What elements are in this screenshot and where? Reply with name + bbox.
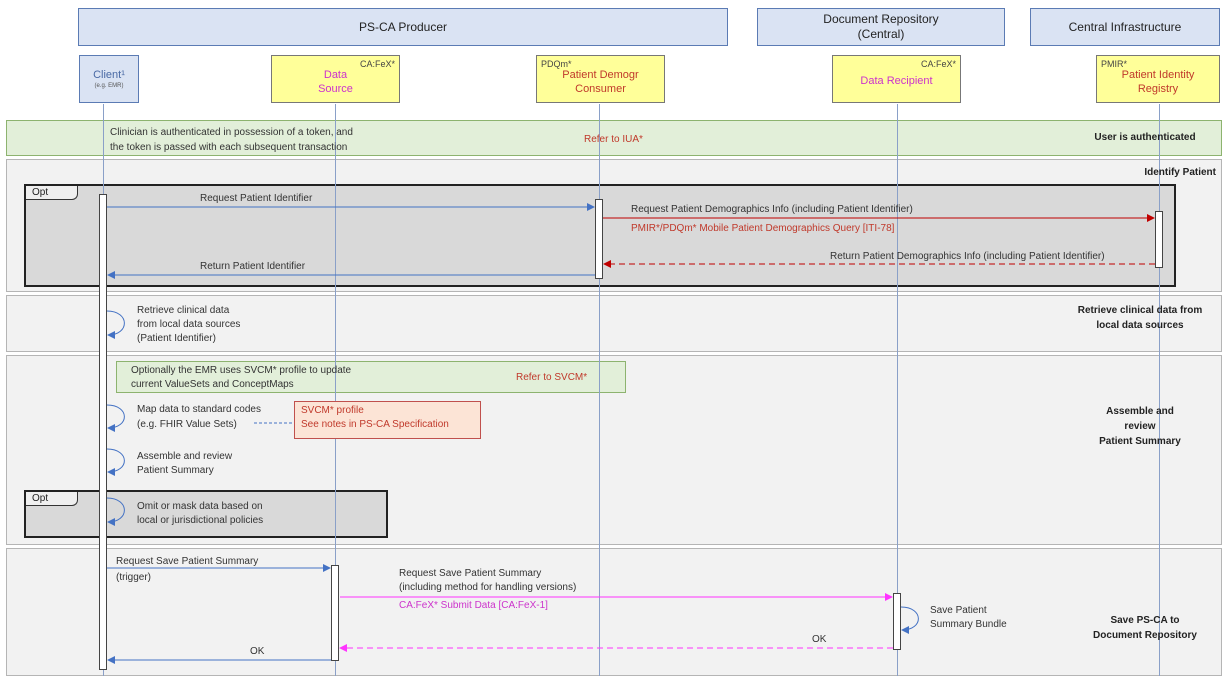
- arrow-self-save-bundle: [900, 606, 919, 634]
- svcm-text-line2: current ValueSets and ConceptMaps: [131, 379, 294, 390]
- msg-request-save-trigger-line1: Request Save Patient Summary: [116, 556, 259, 567]
- section-label-assemble-line1: Assemble and: [1106, 406, 1174, 417]
- section-label-save-line1: Save PS-CA to: [1110, 615, 1180, 626]
- section-label-assemble-line3: Patient Summary: [1099, 436, 1181, 447]
- save-bundle-line2: Summary Bundle: [930, 619, 1007, 630]
- retrieve-line1: Retrieve clinical data: [137, 305, 230, 316]
- svcm-reference: Refer to SVCM*: [516, 372, 588, 383]
- msg-request-demographics: Request Patient Demographics Info (inclu…: [631, 204, 913, 215]
- auth-text-line1: Clinician is authenticated in possession…: [110, 127, 353, 138]
- map-line2: (e.g. FHIR Value Sets): [137, 419, 237, 430]
- msg-return-demographics: Return Patient Demographics Info (includ…: [830, 251, 1105, 262]
- msg-return-patient-identifier: Return Patient Identifier: [200, 261, 306, 272]
- msg-request-save-trigger-line2: (trigger): [116, 572, 152, 583]
- section-label-retrieve-line2: local data sources: [1096, 320, 1184, 331]
- retrieve-line2: from local data sources: [137, 319, 241, 330]
- section-label-identify: Identify Patient: [1144, 167, 1216, 178]
- msg-submit-data: CA:FeX* Submit Data [CA:FeX-1]: [399, 600, 548, 611]
- save-bundle-line1: Save Patient: [930, 605, 987, 616]
- msg-ok-recipient: OK: [812, 634, 827, 645]
- svcm-note-line2: See notes in PS-CA Specification: [301, 419, 449, 430]
- svcm-text-line1: Optionally the EMR uses SVCM* profile to…: [131, 365, 352, 376]
- map-line1: Map data to standard codes: [137, 404, 261, 415]
- assemble-line2: Patient Summary: [137, 465, 214, 476]
- section-label-authenticated: User is authenticated: [1094, 132, 1196, 143]
- msg-request-save-line1: Request Save Patient Summary: [399, 568, 542, 579]
- msg-ok-source: OK: [250, 646, 265, 657]
- auth-reference: Refer to IUA*: [584, 134, 643, 145]
- retrieve-line3: (Patient Identifier): [137, 333, 216, 344]
- assemble-line1: Assemble and review: [137, 451, 233, 462]
- svcm-note-line1: SVCM* profile: [301, 405, 364, 416]
- msg-request-patient-identifier: Request Patient Identifier: [200, 193, 313, 204]
- omit-line2: local or jurisdictional policies: [137, 515, 264, 526]
- msg-demographics-query: PMIR*/PDQm* Mobile Patient Demographics …: [631, 223, 895, 234]
- arrow-self-omit: [106, 497, 125, 526]
- section-label-retrieve-line1: Retrieve clinical data from: [1077, 305, 1203, 316]
- auth-text-line2: the token is passed with each subsequent…: [110, 142, 348, 153]
- svcm-profile-note: SVCM* profile See notes in PS-CA Specifi…: [294, 401, 481, 439]
- section-label-save-line2: Document Repository: [1093, 630, 1197, 641]
- arrow-self-retrieve: [106, 310, 125, 339]
- omit-line1: Omit or mask data based on: [137, 501, 263, 512]
- section-label-assemble-line2: review: [1124, 421, 1156, 432]
- arrow-self-assemble: [106, 448, 125, 476]
- msg-request-save-line2: (including method for handling versions): [399, 582, 577, 593]
- arrow-self-map: [106, 404, 125, 432]
